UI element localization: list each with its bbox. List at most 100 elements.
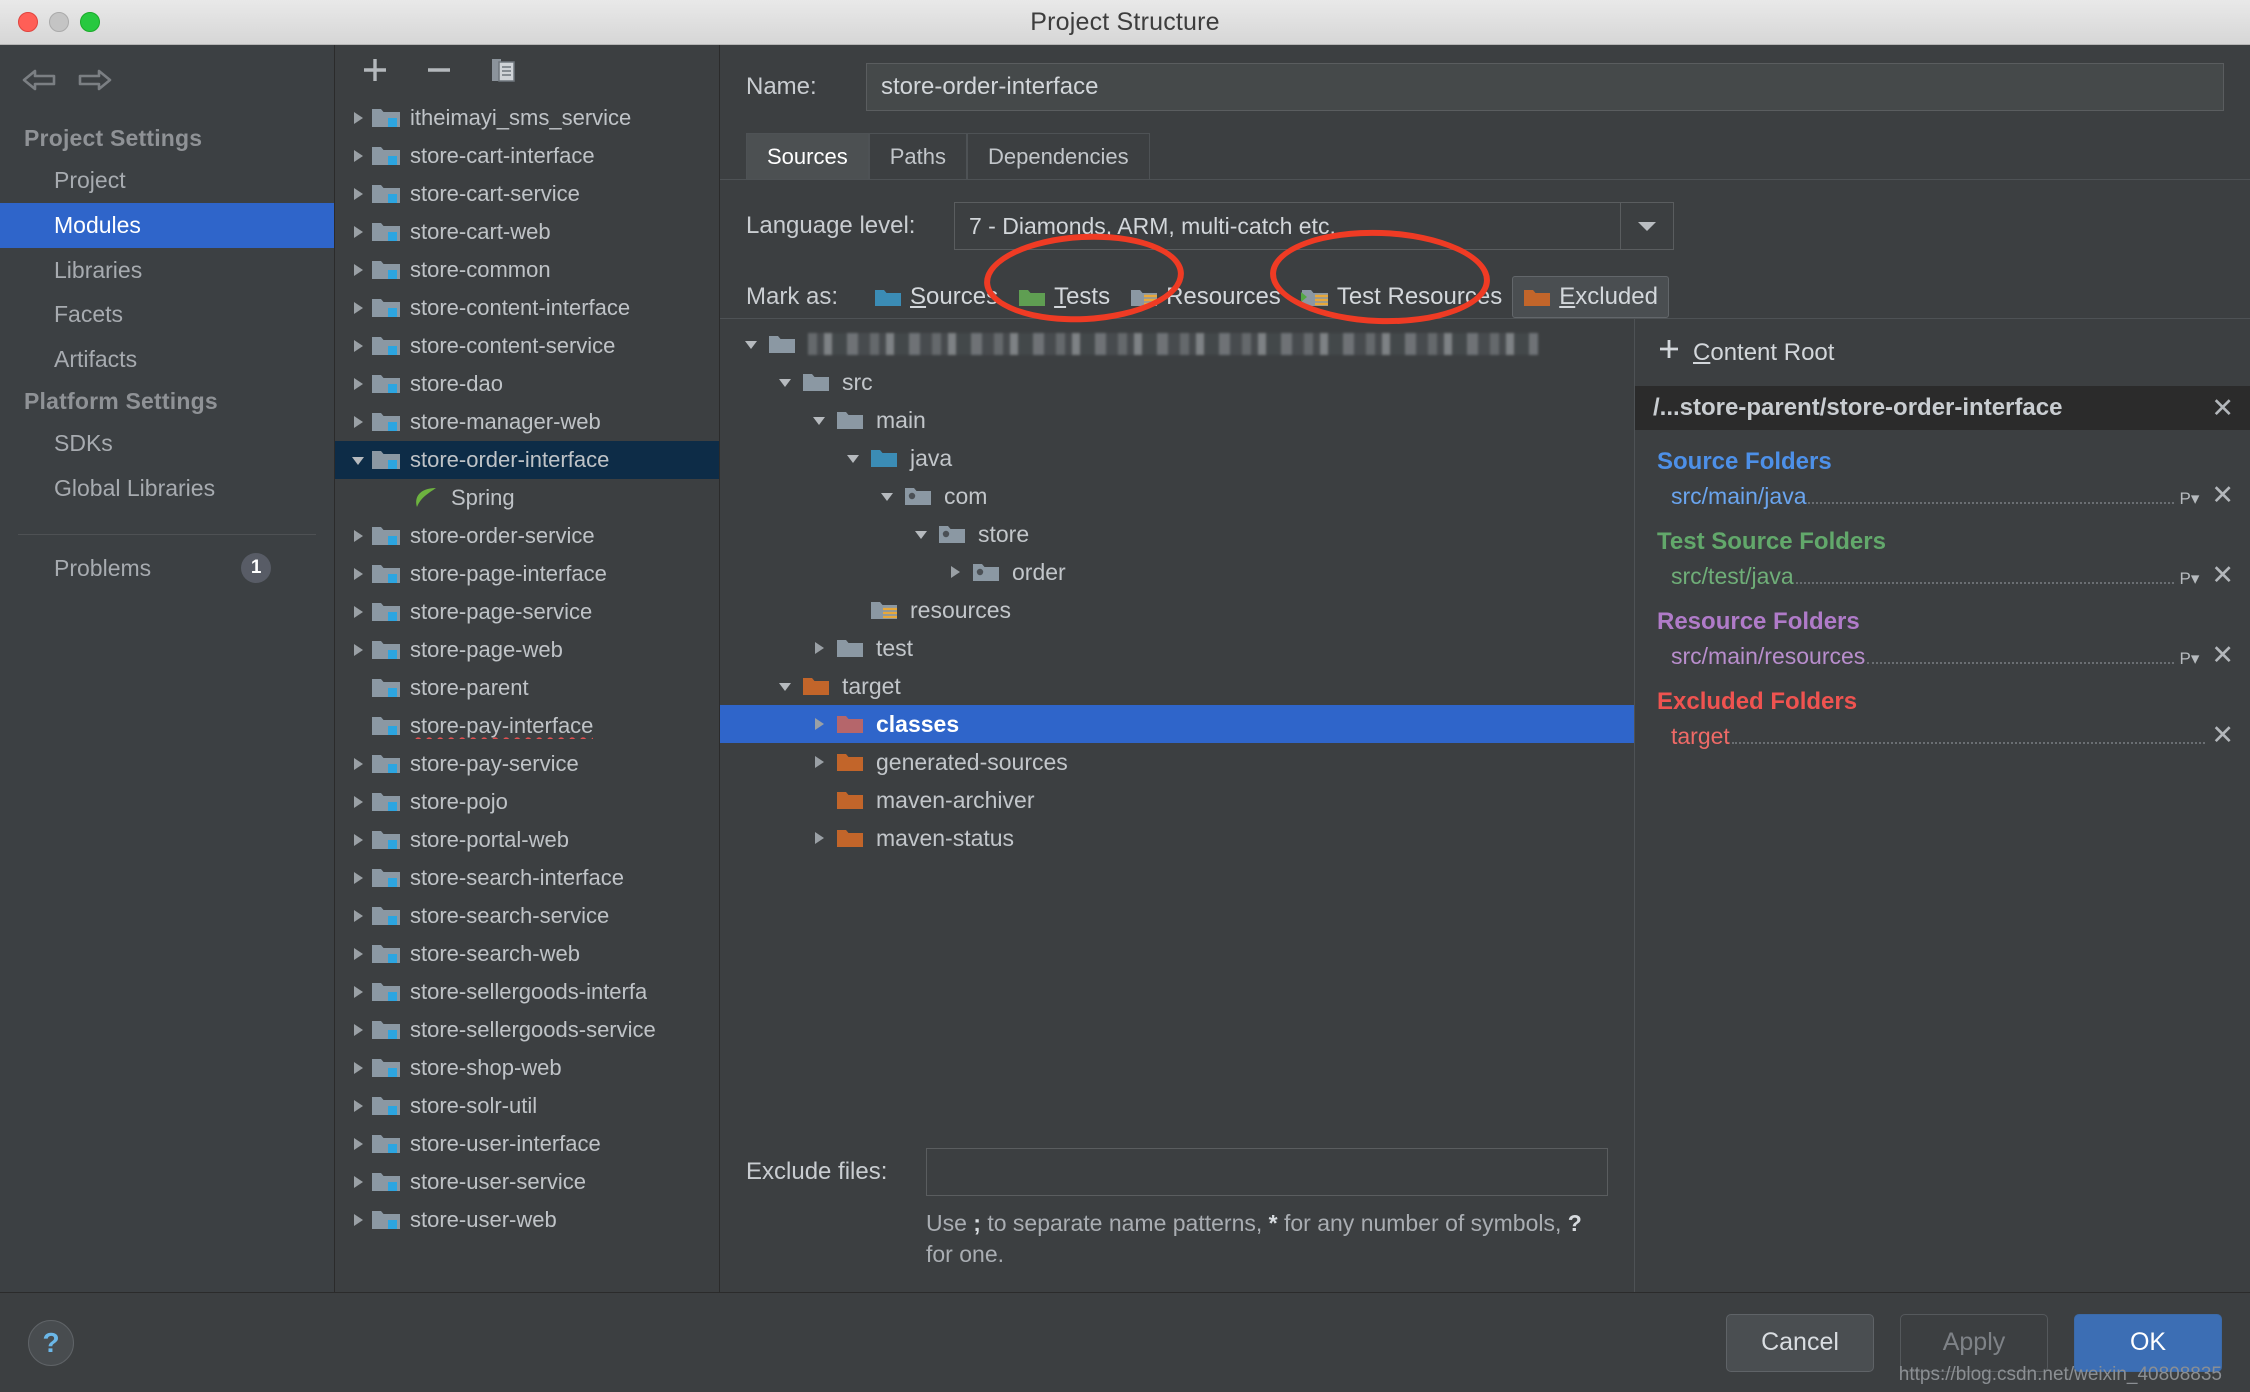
chevron-down-icon[interactable] <box>802 411 836 429</box>
sidebar-item-modules[interactable]: Modules <box>0 202 334 248</box>
chevron-right-icon[interactable] <box>345 109 371 127</box>
remove-folder-icon[interactable]: ✕ <box>2211 562 2234 589</box>
module-list-item[interactable]: store-user-service <box>335 1163 719 1201</box>
chevron-right-icon[interactable] <box>345 983 371 1001</box>
package-prefix-icon[interactable]: P▾ <box>2180 569 2200 589</box>
cancel-button[interactable]: Cancel <box>1726 1313 1874 1372</box>
chevron-right-icon[interactable] <box>345 1211 371 1229</box>
package-prefix-icon[interactable]: P▾ <box>2180 489 2200 509</box>
content-tree-row[interactable]: main <box>720 401 1634 439</box>
content-tree-row[interactable] <box>720 325 1634 363</box>
chevron-down-icon[interactable] <box>734 335 768 353</box>
chevron-right-icon[interactable] <box>345 1173 371 1191</box>
chevron-right-icon[interactable] <box>345 1135 371 1153</box>
chevron-right-icon[interactable] <box>345 413 371 431</box>
content-tree-row[interactable]: resources <box>720 591 1634 629</box>
chevron-down-icon[interactable] <box>870 487 904 505</box>
chevron-right-icon[interactable] <box>345 565 371 583</box>
mark-as-resources-button[interactable]: Resources <box>1120 277 1291 317</box>
chevron-right-icon[interactable] <box>802 753 836 771</box>
module-list-item[interactable]: store-page-interface <box>335 555 719 593</box>
chevron-right-icon[interactable] <box>345 223 371 241</box>
content-tree-row[interactable]: store <box>720 515 1634 553</box>
mark-as-excluded-button[interactable]: Excluded <box>1512 276 1669 318</box>
module-list-item[interactable]: store-page-service <box>335 593 719 631</box>
chevron-right-icon[interactable] <box>345 641 371 659</box>
modules-list[interactable]: itheimayi_sms_service store-cart-interfac… <box>335 95 719 1292</box>
sidebar-item-problems[interactable]: Problems 1 <box>0 535 334 584</box>
chevron-down-icon[interactable] <box>768 373 802 391</box>
chevron-right-icon[interactable] <box>345 527 371 545</box>
module-list-item[interactable]: store-cart-web <box>335 213 719 251</box>
module-list-item[interactable]: store-sellergoods-interfa <box>335 973 719 1011</box>
question-mark-icon[interactable]: ? <box>28 1319 74 1366</box>
module-list-item[interactable]: store-user-web <box>335 1201 719 1239</box>
chevron-right-icon[interactable] <box>802 829 836 847</box>
chevron-right-icon[interactable] <box>345 147 371 165</box>
ok-button[interactable]: OK <box>2074 1313 2222 1372</box>
module-list-item[interactable]: store-parent <box>335 669 719 707</box>
content-tree-row[interactable]: target <box>720 667 1634 705</box>
module-list-item[interactable]: store-portal-web <box>335 821 719 859</box>
sidebar-item-sdks[interactable]: SDKs <box>0 421 334 466</box>
chevron-right-icon[interactable] <box>345 1059 371 1077</box>
tab-paths[interactable]: Paths <box>868 133 967 180</box>
module-list-item[interactable]: store-shop-web <box>335 1049 719 1087</box>
chevron-right-icon[interactable] <box>938 563 972 581</box>
module-list-item[interactable]: store-user-interface <box>335 1125 719 1163</box>
module-list-item[interactable]: store-pay-interface <box>335 707 719 745</box>
mark-as-tests-button[interactable]: Tests <box>1008 277 1120 317</box>
chevron-right-icon[interactable] <box>345 337 371 355</box>
chevron-down-icon[interactable] <box>1620 202 1674 250</box>
sidebar-item-project[interactable]: Project <box>0 158 334 203</box>
content-tree-row[interactable]: test <box>720 629 1634 667</box>
module-list-item[interactable]: store-manager-web <box>335 403 719 441</box>
module-list-item[interactable]: store-pay-service <box>335 745 719 783</box>
exclude-files-input[interactable] <box>926 1147 1608 1196</box>
root-folder-item[interactable]: target ✕ <box>1657 722 2234 750</box>
content-tree-row[interactable]: maven-archiver <box>720 781 1634 819</box>
tab-sources[interactable]: Sources <box>746 133 869 180</box>
add-content-root-button[interactable]: Content Root <box>1635 319 2250 386</box>
arrow-right-icon[interactable] <box>78 67 112 93</box>
remove-folder-icon[interactable]: ✕ <box>2211 642 2234 669</box>
apply-button[interactable]: Apply <box>1900 1313 2048 1372</box>
chevron-right-icon[interactable] <box>345 299 371 317</box>
close-icon[interactable]: ✕ <box>2211 394 2234 422</box>
remove-folder-icon[interactable]: ✕ <box>2211 722 2234 749</box>
chevron-right-icon[interactable] <box>345 945 371 963</box>
module-list-item[interactable]: itheimayi_sms_service <box>335 99 719 137</box>
content-tree-row[interactable]: src <box>720 363 1634 401</box>
chevron-down-icon[interactable] <box>836 449 870 467</box>
root-folder-item[interactable]: src/test/java P▾ ✕ <box>1657 562 2234 590</box>
chevron-right-icon[interactable] <box>802 715 836 733</box>
module-list-item[interactable]: store-search-service <box>335 897 719 935</box>
module-list-item[interactable]: store-sellergoods-service <box>335 1011 719 1049</box>
minus-icon[interactable] <box>423 54 455 86</box>
module-name-input[interactable]: store-order-interface <box>866 63 2224 111</box>
module-list-item[interactable]: store-order-service <box>335 517 719 555</box>
module-list-item[interactable]: store-search-web <box>335 935 719 973</box>
content-tree-row[interactable]: com <box>720 477 1634 515</box>
remove-folder-icon[interactable]: ✕ <box>2211 482 2234 509</box>
chevron-right-icon[interactable] <box>345 1021 371 1039</box>
module-list-item[interactable]: store-dao <box>335 365 719 403</box>
content-tree-row[interactable]: classes <box>720 705 1634 743</box>
module-list-item[interactable]: store-cart-interface <box>335 137 719 175</box>
module-list-item[interactable]: store-page-web <box>335 631 719 669</box>
root-folder-item[interactable]: src/main/resources P▾ ✕ <box>1657 642 2234 670</box>
module-list-item[interactable]: store-cart-service <box>335 175 719 213</box>
content-folder-tree[interactable]: src main java com store order resources test tar… <box>720 319 1634 1148</box>
module-facet-row[interactable]: Spring <box>335 479 719 517</box>
chevron-right-icon[interactable] <box>345 1097 371 1115</box>
module-list-item[interactable]: store-search-interface <box>335 859 719 897</box>
module-list-item[interactable]: store-common <box>335 251 719 289</box>
mark-as-test-resources-button[interactable]: Test Resources <box>1291 277 1512 317</box>
chevron-down-icon[interactable] <box>345 451 371 469</box>
plus-icon[interactable] <box>359 54 391 86</box>
chevron-right-icon[interactable] <box>345 755 371 773</box>
content-tree-row[interactable]: java <box>720 439 1634 477</box>
chevron-right-icon[interactable] <box>345 831 371 849</box>
root-folder-item[interactable]: src/main/java P▾ ✕ <box>1657 482 2234 510</box>
module-list-item[interactable]: store-solr-util <box>335 1087 719 1125</box>
